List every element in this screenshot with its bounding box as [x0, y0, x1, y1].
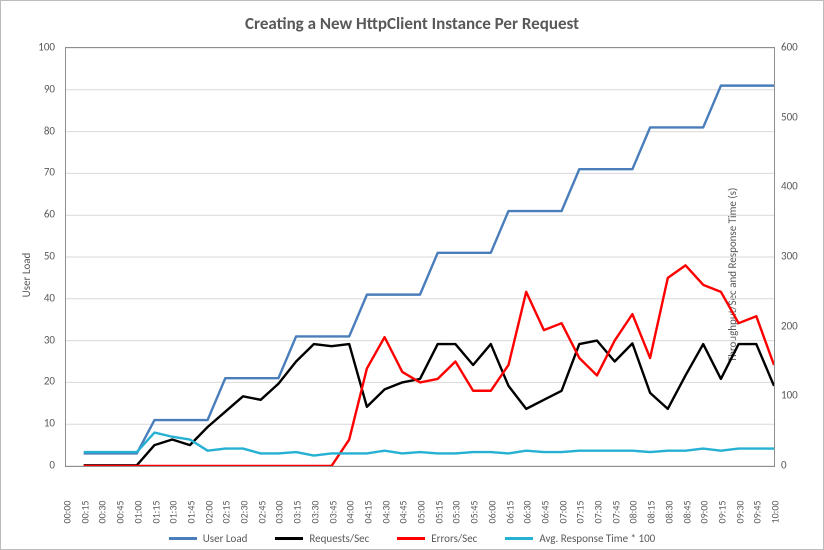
chart-container: Creating a New HttpClient Instance Per R…: [0, 0, 824, 550]
legend-item: Errors/Sec: [397, 532, 477, 545]
y-right-tick: 400: [781, 180, 798, 193]
y-left-tick: 100: [38, 41, 55, 54]
y-right-tick: 500: [781, 110, 798, 123]
y-left-tick: 90: [44, 82, 55, 95]
y-right-tick: 100: [781, 389, 798, 402]
legend-swatch: [397, 537, 425, 540]
y-right-tick: 0: [781, 459, 787, 472]
legend-label: Avg. Response Time * 100: [539, 532, 655, 545]
plot-area: [65, 47, 775, 467]
y-left-tick: 0: [49, 459, 55, 472]
y-left-tick: 80: [44, 124, 55, 137]
legend-item: Avg. Response Time * 100: [505, 532, 655, 545]
y-left-tick: 20: [44, 375, 55, 388]
legend-swatch: [169, 537, 197, 540]
y-right-tick: 300: [781, 250, 798, 263]
y-left-tick: 50: [44, 250, 55, 263]
legend-label: Errors/Sec: [431, 532, 477, 545]
legend: User Load Requests/Sec Errors/Sec Avg. Resp…: [1, 530, 823, 545]
y-left-tick: 70: [44, 166, 55, 179]
y-axis-right-ticks: 0100200300400500600: [777, 47, 817, 467]
series-line: [84, 265, 774, 466]
legend-swatch: [505, 537, 533, 540]
y-left-tick: 30: [44, 333, 55, 346]
chart-title: Creating a New HttpClient Instance Per R…: [1, 13, 823, 34]
legend-label: Requests/Sec: [309, 532, 369, 545]
legend-swatch: [275, 537, 303, 540]
y-axis-left-ticks: 0102030405060708090100: [1, 47, 61, 467]
y-left-tick: 60: [44, 208, 55, 221]
y-right-tick: 600: [781, 41, 798, 54]
y-left-tick: 40: [44, 291, 55, 304]
legend-item: User Load: [169, 532, 248, 545]
y-left-tick: 10: [44, 417, 55, 430]
series-line: [84, 341, 774, 466]
series-line: [84, 86, 774, 454]
x-axis-labels: 00:0000:1500:3000:4501:0001:1501:3001:45…: [65, 467, 775, 527]
legend-label: User Load: [203, 532, 248, 545]
legend-item: Requests/Sec: [275, 532, 369, 545]
y-right-tick: 200: [781, 319, 798, 332]
